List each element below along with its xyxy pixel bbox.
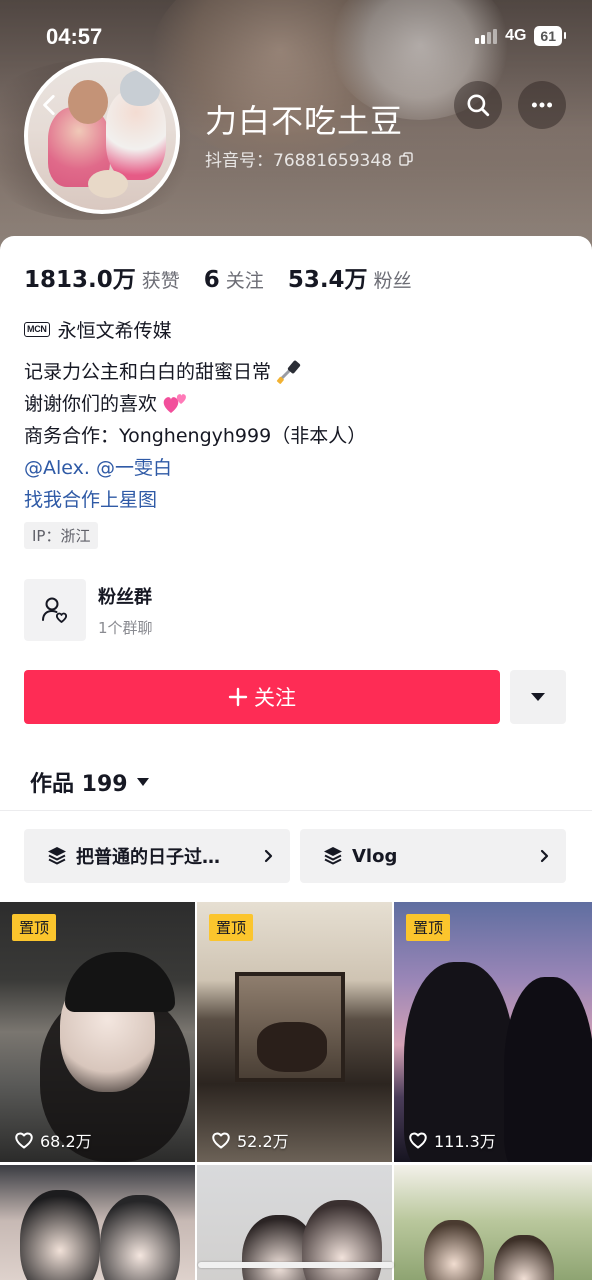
video-thumbnail[interactable] [394, 1165, 592, 1280]
signal-icon [475, 28, 498, 44]
pinned-badge: 置顶 [209, 914, 254, 941]
video-likes-count: 68.2万 [40, 1132, 92, 1151]
collection-title: Vlog [352, 845, 398, 867]
fans-group-title: 粉丝群 [98, 586, 152, 608]
bio: 记录力公主和白白的甜蜜日常 谢谢你们的喜欢 商务合作：Yonghengyh999… [24, 356, 366, 516]
collection-item[interactable]: Vlog [300, 829, 566, 883]
pinned-badge: 置顶 [12, 914, 57, 941]
followers-label[interactable]: 粉丝 [374, 266, 412, 293]
plus-icon [228, 687, 248, 707]
chevron-right-icon [540, 849, 549, 863]
more-icon [531, 102, 553, 108]
fans-group-entry[interactable]: 粉丝群 1个群聊 [24, 579, 153, 641]
caret-down-icon [531, 693, 545, 701]
video-grid: 置顶 68.2万 置顶 52.2万 置顶 111.3万 [0, 902, 592, 1280]
more-button[interactable] [518, 81, 566, 129]
search-icon [467, 94, 490, 117]
stack-icon [48, 847, 66, 865]
heart-icon [409, 1132, 427, 1149]
douyin-id[interactable]: 抖音号：76881659348 [205, 146, 414, 171]
video-likes-count: 111.3万 [434, 1132, 496, 1151]
stack-icon [324, 847, 342, 865]
two-hearts-emoji-icon [163, 394, 186, 413]
video-thumbnail[interactable]: 置顶 52.2万 [197, 902, 392, 1162]
video-thumbnail[interactable]: 置顶 68.2万 [0, 902, 195, 1162]
bio-line-3: 商务合作：Yonghengyh999（非本人） [24, 425, 367, 447]
following-label[interactable]: 关注 [226, 266, 264, 293]
caret-down-icon [136, 778, 149, 786]
home-indicator[interactable] [198, 1262, 394, 1268]
video-likes-count: 52.2万 [237, 1132, 289, 1151]
ip-location-tag: IP：浙江 [24, 522, 99, 549]
likes-count[interactable]: 1813.0万 [24, 260, 136, 294]
follow-button-label: 关注 [254, 686, 296, 710]
follow-button[interactable]: 关注 [24, 670, 500, 724]
followers-count[interactable]: 53.4万 [288, 260, 368, 294]
bio-line-2: 谢谢你们的喜欢 [24, 393, 158, 415]
status-indicators: 4G 61 [475, 26, 566, 46]
fans-group-subtitle: 1个群聊 [98, 618, 153, 637]
heart-icon [212, 1132, 230, 1149]
battery-level: 61 [534, 26, 566, 46]
avatar[interactable] [24, 58, 180, 214]
mcn-badge: MCN [24, 322, 50, 337]
profile-stats: 1813.0万 获赞 6 关注 53.4万 粉丝 [24, 260, 436, 294]
status-time: 04:57 [46, 24, 103, 49]
likes-label[interactable]: 获赞 [142, 266, 180, 293]
heart-icon [15, 1132, 33, 1149]
collection-item[interactable]: 把普通的日子过… [24, 829, 290, 883]
douyin-id-text: 抖音号：76881659348 [205, 151, 392, 171]
video-likes: 68.2万 [14, 1128, 92, 1152]
tab-works[interactable]: 作品 199 [30, 766, 150, 798]
bio-mentions[interactable]: @Alex. @一雯白 [24, 452, 172, 484]
bio-line-1: 记录力公主和白白的甜蜜日常 [24, 361, 272, 383]
divider [0, 810, 592, 811]
mcn-name: 永恒文希传媒 [57, 320, 172, 342]
mcn-info[interactable]: MCN 永恒文希传媒 [24, 316, 172, 343]
video-likes: 111.3万 [408, 1128, 496, 1152]
back-button[interactable] [30, 85, 70, 125]
tab-works-label: 作品 199 [30, 772, 128, 797]
copy-icon[interactable] [398, 151, 414, 167]
video-thumbnail[interactable]: 置顶 111.3万 [394, 902, 592, 1162]
video-thumbnail[interactable] [0, 1165, 195, 1280]
star-map-link[interactable]: 找我合作上星图 [24, 484, 157, 516]
chevron-right-icon [264, 849, 273, 863]
collection-title: 把普通的日子过… [76, 847, 220, 868]
selfie-stick-emoji-icon [276, 360, 301, 384]
network-type: 4G [505, 27, 527, 44]
fans-group-icon [42, 597, 68, 623]
fans-group-icon-box [24, 579, 86, 641]
back-icon [43, 94, 55, 116]
collections-row: 把普通的日子过… Vlog [24, 829, 566, 883]
video-likes: 52.2万 [211, 1128, 289, 1152]
search-button[interactable] [454, 81, 502, 129]
pinned-badge: 置顶 [406, 914, 451, 941]
profile-card: 1813.0万 获赞 6 关注 53.4万 粉丝 MCN 永恒文希传媒 记录力公… [0, 236, 592, 1280]
following-count[interactable]: 6 [204, 267, 220, 293]
recommend-dropdown-button[interactable] [510, 670, 566, 724]
profile-nickname: 力白不吃土豆 [205, 102, 404, 140]
